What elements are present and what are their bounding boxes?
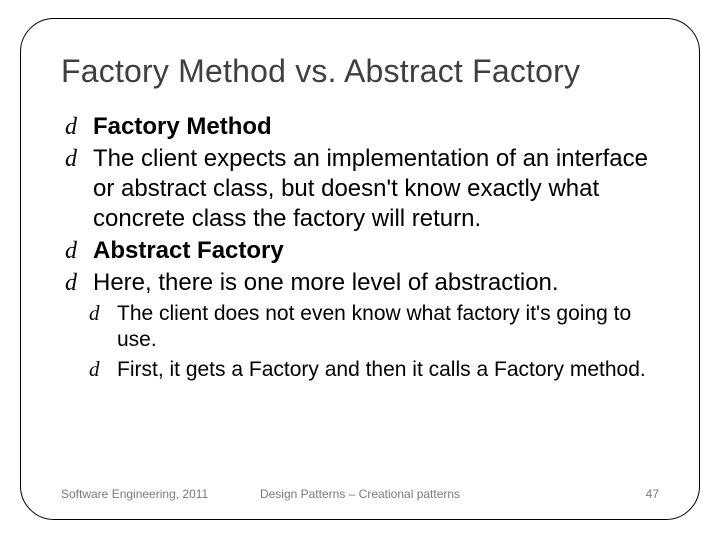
- footer-left: Software Engineering, 2011: [61, 487, 208, 501]
- bullet-text: Abstract Factory: [93, 237, 284, 264]
- bullet-icon: d: [89, 356, 117, 382]
- slide: Factory Method vs. Abstract Factory dFac…: [0, 0, 720, 540]
- bullet-icon: d: [89, 300, 117, 326]
- bullet-icon: d: [65, 268, 93, 298]
- bullet-icon: d: [65, 236, 93, 266]
- bullet-list: dFactory Method dThe client expects an i…: [61, 112, 659, 383]
- bullet-item: dThe client expects an implementation of…: [65, 144, 659, 234]
- bullet-item: dAbstract Factory: [65, 236, 659, 266]
- bullet-text: The client expects an implementation of …: [93, 145, 648, 232]
- slide-footer: Software Engineering, 2011 Design Patter…: [61, 487, 659, 501]
- bullet-item: dHere, there is one more level of abstra…: [65, 268, 659, 298]
- slide-frame: Factory Method vs. Abstract Factory dFac…: [20, 18, 700, 520]
- bullet-text: Here, there is one more level of abstrac…: [93, 269, 559, 296]
- bullet-text: The client does not even know what facto…: [117, 302, 631, 351]
- slide-number: 47: [646, 487, 659, 501]
- bullet-text: Factory Method: [93, 113, 272, 140]
- slide-title: Factory Method vs. Abstract Factory: [61, 53, 659, 90]
- sub-bullet-item: dFirst, it gets a Factory and then it ca…: [65, 356, 659, 383]
- bullet-icon: d: [65, 112, 93, 142]
- bullet-item: dFactory Method: [65, 112, 659, 142]
- bullet-icon: d: [65, 144, 93, 174]
- sub-bullet-item: dThe client does not even know what fact…: [65, 300, 659, 354]
- bullet-text: First, it gets a Factory and then it cal…: [117, 358, 646, 381]
